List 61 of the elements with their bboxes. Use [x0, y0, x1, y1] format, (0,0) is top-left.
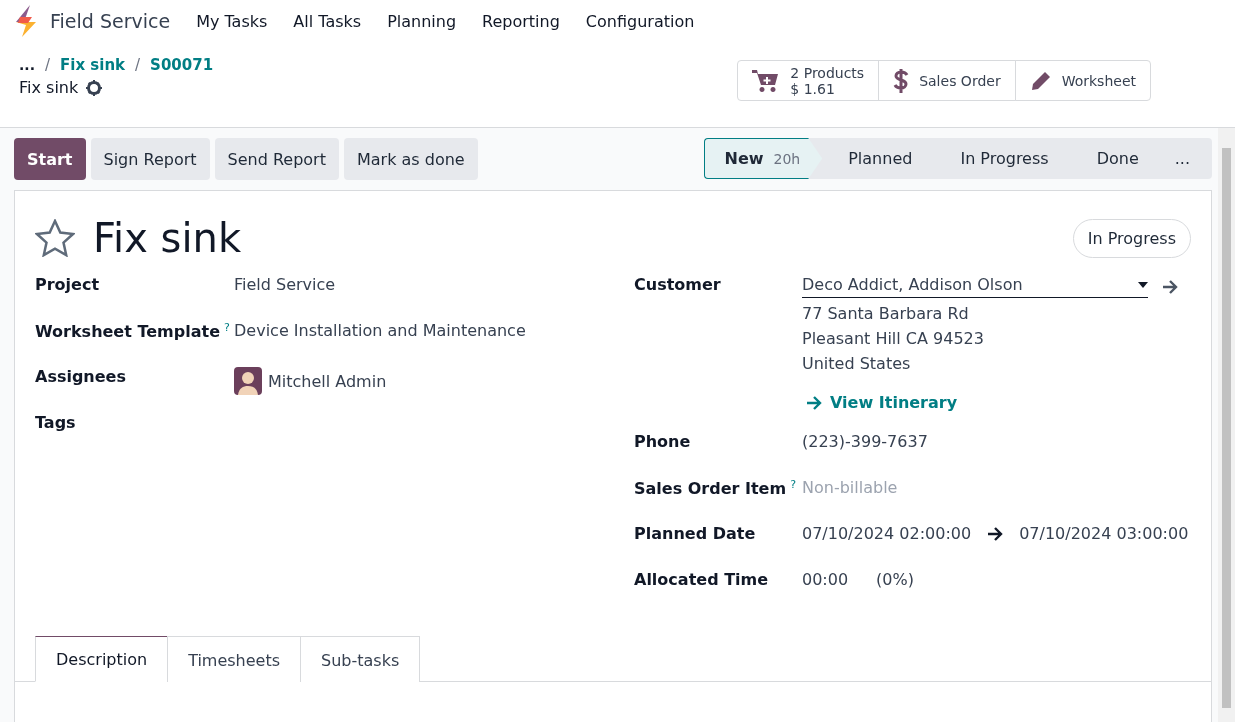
- breadcrumb-link[interactable]: S00071: [150, 56, 214, 74]
- logo-icon: [14, 5, 38, 37]
- arrow-icon: [1162, 279, 1178, 294]
- breadcrumb-link[interactable]: Fix sink: [60, 56, 126, 74]
- assignee-name[interactable]: Mitchell Admin: [268, 371, 387, 391]
- customer-field[interactable]: Deco Addict, Addison Olson: [802, 275, 1148, 298]
- pencil-icon: [1029, 69, 1052, 92]
- field-value: (223)-399-7637: [802, 432, 929, 451]
- field-label: Tags: [35, 413, 77, 432]
- field-label: Project: [35, 275, 101, 294]
- field-label: Phone: [634, 432, 692, 451]
- caret-icon: [1138, 281, 1148, 288]
- stage-button[interactable]: Planned: [822, 138, 935, 179]
- address-line: 77 Santa Barbara Rd: [802, 304, 970, 323]
- menu-item[interactable]: Planning: [387, 11, 457, 31]
- end-date[interactable]: 07/10/2024 03:00:00: [1019, 524, 1189, 543]
- cart-icon: [752, 68, 781, 93]
- field-label: Assignees: [35, 367, 127, 386]
- itinerary-link[interactable]: View Itinerary: [806, 393, 1191, 412]
- tab[interactable]: Timesheets: [167, 636, 302, 682]
- address-line: United States: [802, 354, 912, 373]
- smart-button[interactable]: Worksheet: [1014, 60, 1151, 101]
- stage-button[interactable]: In Progress: [934, 138, 1071, 179]
- breadcrumb-separator: /: [44, 56, 51, 74]
- menu-item[interactable]: Reporting: [482, 11, 560, 31]
- stage-button[interactable]: New 20h: [703, 138, 823, 179]
- field-label: Planned Date: [634, 524, 757, 543]
- field-label: Sales Order Item $^{?}$: [634, 478, 797, 499]
- breadcrumb-more[interactable]: ...: [19, 57, 35, 73]
- field-value: Field Service: [234, 275, 337, 294]
- settings-icon[interactable]: [86, 79, 103, 96]
- tab[interactable]: Sub-tasks: [300, 636, 421, 682]
- action-button[interactable]: Sign Report: [90, 138, 210, 180]
- tab[interactable]: Description: [35, 636, 169, 682]
- star-icon[interactable]: [35, 219, 75, 257]
- field-label: Allocated Time: [634, 570, 770, 589]
- smart-button[interactable]: 2 Products $ 1.61: [737, 60, 880, 101]
- percent-value: (0%): [876, 570, 914, 589]
- field-label: Worksheet Template $^{?}$: [35, 321, 231, 342]
- address-line: Pleasant Hill CA 94523: [802, 329, 985, 348]
- scrollbar[interactable]: [1218, 128, 1235, 722]
- stage-more-button[interactable]: ...: [1160, 138, 1212, 179]
- app-name[interactable]: Field Service: [50, 10, 171, 32]
- menu-item[interactable]: All Tasks: [293, 11, 362, 31]
- avatar-icon: [234, 367, 262, 395]
- menu-item[interactable]: My Tasks: [196, 11, 268, 31]
- arrow-icon: [806, 395, 822, 410]
- smart-button[interactable]: Sales Order: [878, 60, 1016, 101]
- breadcrumb-separator: /: [135, 56, 141, 74]
- dollar-icon: [893, 67, 910, 94]
- task-title[interactable]: Fix sink: [93, 215, 242, 261]
- field-value[interactable]: 00:00: [802, 570, 849, 589]
- action-button[interactable]: Send Report: [214, 138, 339, 180]
- record-name: Fix sink: [19, 78, 79, 97]
- field-value: Device Installation and Maintenance: [234, 321, 527, 340]
- menu-item[interactable]: Configuration: [585, 11, 695, 31]
- stage-button[interactable]: Done: [1070, 138, 1161, 179]
- action-button[interactable]: Start: [14, 138, 86, 180]
- field-label: Customer: [634, 275, 722, 294]
- action-button[interactable]: Mark as done: [343, 138, 478, 180]
- start-date[interactable]: 07/10/2024 02:00:00: [802, 524, 972, 543]
